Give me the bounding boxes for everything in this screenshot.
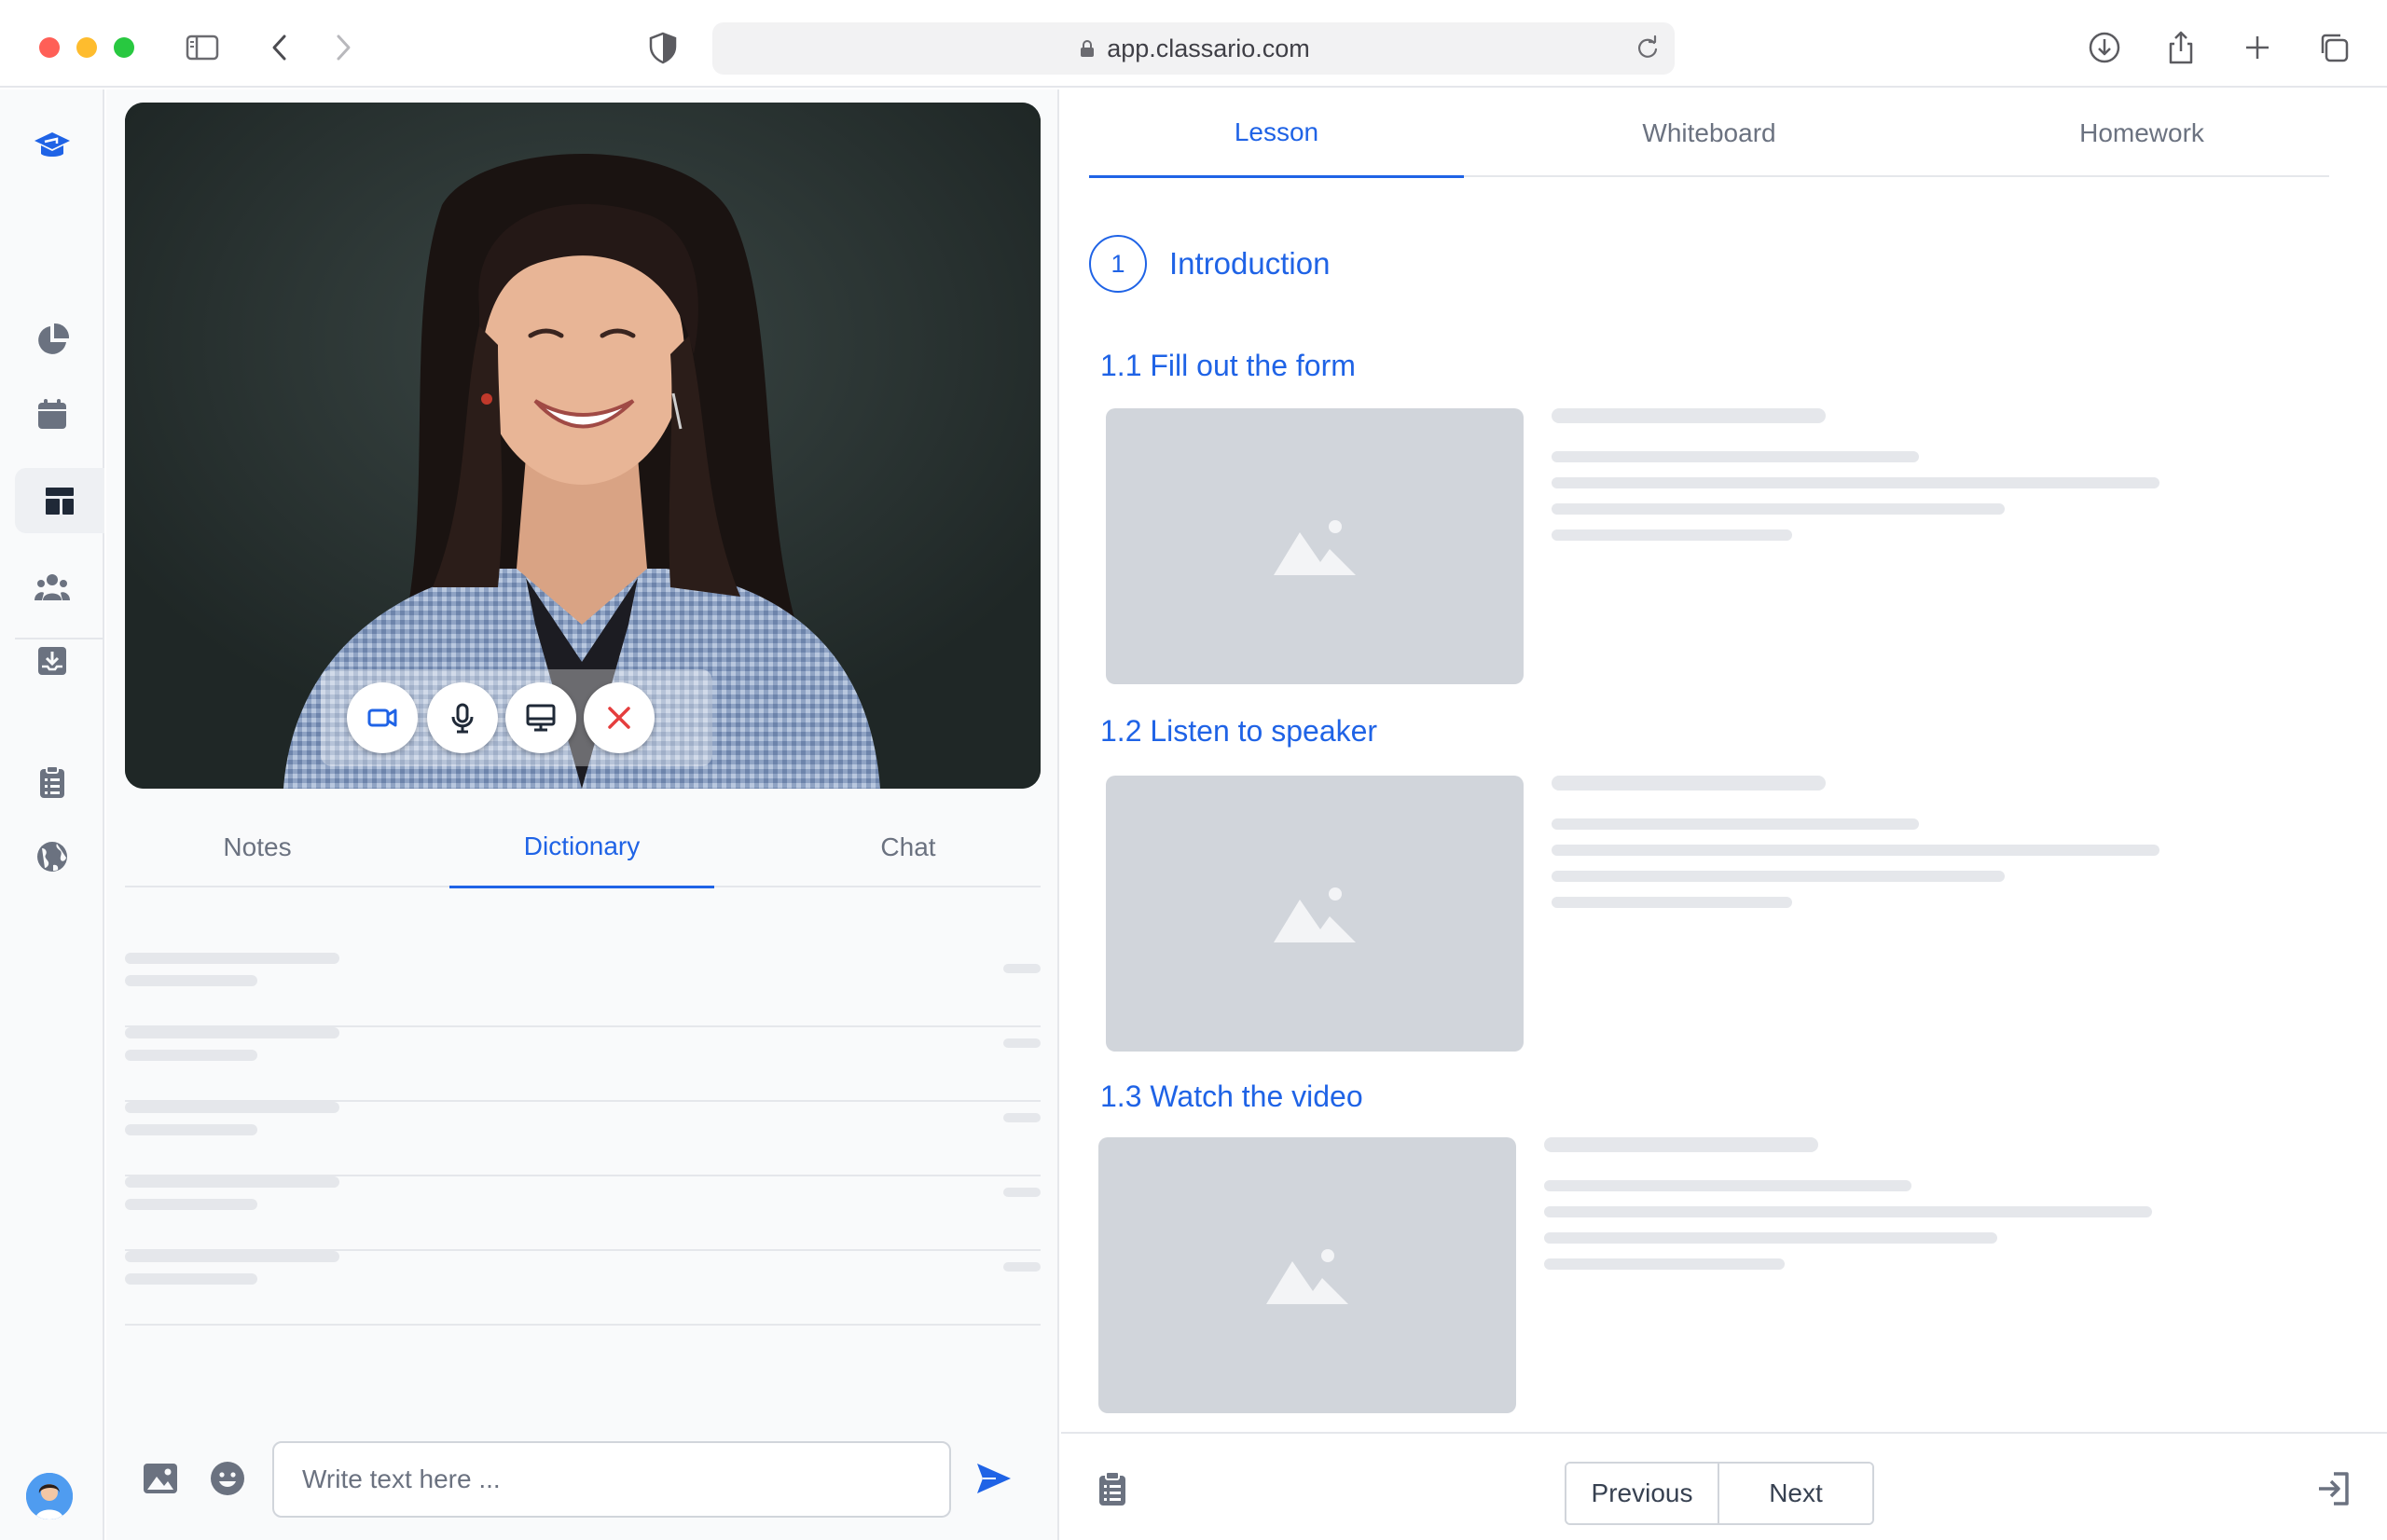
tab-lesson[interactable]: Lesson <box>1089 89 1464 178</box>
image-icon <box>144 1464 177 1493</box>
app-sidebar <box>0 89 104 1540</box>
globe-icon <box>37 842 67 872</box>
pagination: Previous Next <box>1565 1462 1874 1525</box>
sidebar-item-analytics[interactable] <box>0 308 104 373</box>
download-tray-icon <box>38 647 66 675</box>
graduation-cap-logo-icon <box>34 132 70 157</box>
sidebar-item-classroom[interactable] <box>15 468 104 533</box>
window-minimize-button[interactable] <box>76 37 97 58</box>
lesson-item-title[interactable]: 1.2 Listen to speaker <box>1100 714 1377 749</box>
clipboard-list-icon <box>40 765 64 798</box>
video-camera-icon <box>367 708 397 727</box>
screen-share-button[interactable] <box>505 682 576 753</box>
share-icon[interactable] <box>2159 26 2202 69</box>
send-button[interactable] <box>972 1456 1016 1501</box>
lesson-item-title[interactable]: 1.3 Watch the video <box>1100 1079 1363 1114</box>
privacy-shield-icon[interactable] <box>642 26 684 69</box>
section-title: Introduction <box>1169 246 1331 281</box>
attach-image-button[interactable] <box>138 1456 183 1501</box>
communication-tabs: Notes Dictionary Chat <box>125 807 1041 888</box>
sidebar-item-tasks[interactable] <box>0 749 104 815</box>
send-icon <box>977 1464 1011 1493</box>
emoji-icon <box>211 1462 244 1495</box>
call-controls <box>321 669 712 766</box>
image-placeholder-icon <box>1274 520 1356 575</box>
lesson-tabs: Lesson Whiteboard Homework <box>1089 89 2329 178</box>
lesson-tasks-button[interactable] <box>1091 1467 1134 1510</box>
close-icon <box>608 707 630 729</box>
list-item[interactable] <box>125 1102 1041 1176</box>
list-item[interactable] <box>125 1027 1041 1102</box>
sidebar-item-students[interactable] <box>0 556 104 621</box>
image-placeholder-icon <box>1266 1249 1348 1304</box>
window-close-button[interactable] <box>39 37 60 58</box>
layout-dashboard-icon <box>46 488 74 515</box>
lesson-panel: Lesson Whiteboard Homework 1 Introductio… <box>1061 89 2387 1540</box>
sidebar-divider <box>15 638 104 639</box>
emoji-button[interactable] <box>205 1456 250 1501</box>
tab-overview-icon[interactable] <box>2312 26 2355 69</box>
forward-icon[interactable] <box>321 26 364 69</box>
reload-icon[interactable] <box>1634 34 1662 62</box>
window-zoom-button[interactable] <box>114 37 134 58</box>
message-input[interactable] <box>272 1441 951 1518</box>
exit-lesson-button[interactable] <box>2312 1467 2355 1510</box>
download-icon[interactable] <box>2083 26 2126 69</box>
tab-chat[interactable]: Chat <box>776 807 1041 887</box>
users-group-icon <box>34 574 70 600</box>
previous-button[interactable]: Previous <box>1566 1464 1719 1523</box>
video-feed <box>125 103 1041 789</box>
url-text: app.classario.com <box>1107 34 1310 62</box>
clipboard-list-icon <box>1099 1471 1125 1506</box>
app-logo[interactable] <box>0 114 104 179</box>
tab-dictionary[interactable]: Dictionary <box>449 807 714 888</box>
image-placeholder <box>1106 408 1524 684</box>
avatar[interactable] <box>26 1473 73 1519</box>
tab-homework[interactable]: Homework <box>1954 89 2329 177</box>
list-item[interactable] <box>125 1251 1041 1326</box>
image-placeholder-icon <box>1274 887 1356 942</box>
calendar-icon <box>38 399 66 429</box>
tab-notes[interactable]: Notes <box>125 807 390 887</box>
user-avatar-icon <box>26 1473 73 1519</box>
sidebar-item-community[interactable] <box>0 824 104 889</box>
new-tab-icon[interactable] <box>2236 26 2279 69</box>
back-icon[interactable] <box>259 26 302 69</box>
message-composer <box>106 1413 1059 1540</box>
sidebar-toggle-icon[interactable] <box>181 26 224 69</box>
next-button[interactable]: Next <box>1719 1464 1872 1523</box>
sign-in-icon <box>2319 1472 2349 1506</box>
image-placeholder <box>1098 1137 1516 1413</box>
screen-share-icon <box>526 704 556 732</box>
lesson-item-title[interactable]: 1.1 Fill out the form <box>1100 349 1356 383</box>
microphone-toggle-button[interactable] <box>427 682 498 753</box>
browser-toolbar: app.classario.com <box>0 0 2387 88</box>
list-item[interactable] <box>125 953 1041 1027</box>
address-bar[interactable]: app.classario.com <box>712 22 1675 75</box>
lock-icon <box>1081 40 1095 57</box>
lesson-footer: Previous Next <box>1061 1432 2387 1540</box>
end-call-button[interactable] <box>584 682 655 753</box>
tab-whiteboard[interactable]: Whiteboard <box>1522 89 1897 177</box>
communication-panel: Notes Dictionary Chat <box>106 89 1059 1540</box>
lesson-section-header: 1 Introduction <box>1089 235 1330 293</box>
section-number-badge: 1 <box>1089 235 1147 293</box>
camera-toggle-button[interactable] <box>347 682 418 753</box>
microphone-icon <box>451 703 474 734</box>
sidebar-item-calendar[interactable] <box>0 382 104 447</box>
list-item[interactable] <box>125 1176 1041 1251</box>
pie-chart-icon <box>38 323 70 354</box>
image-placeholder <box>1106 776 1524 1052</box>
